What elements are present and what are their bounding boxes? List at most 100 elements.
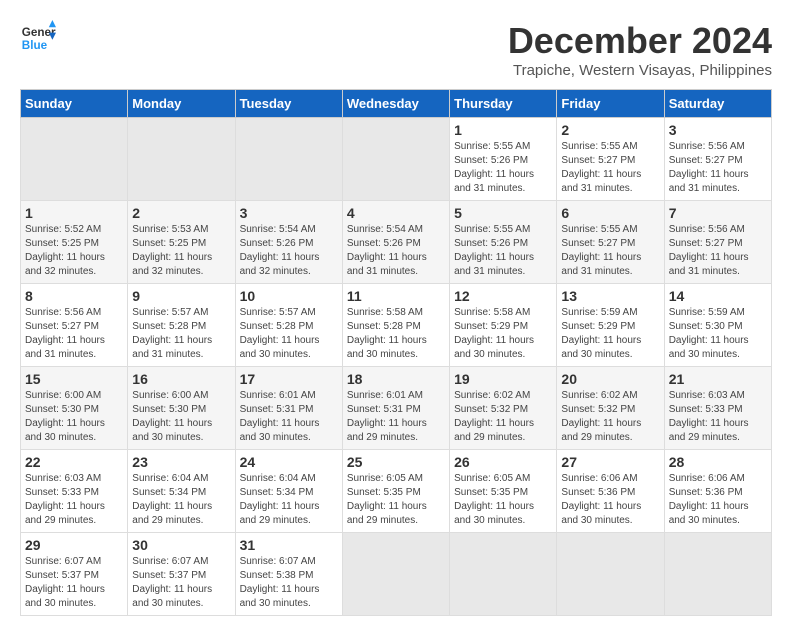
day-number: 9 (132, 288, 230, 304)
day-info: Sunrise: 5:57 AM Sunset: 5:28 PM Dayligh… (132, 306, 230, 362)
day-info: Sunrise: 6:01 AM Sunset: 5:31 PM Dayligh… (347, 389, 445, 445)
calendar-cell: 24 Sunrise: 6:04 AM Sunset: 5:34 PM Dayli… (235, 450, 342, 533)
calendar-cell: 20 Sunrise: 6:02 AM Sunset: 5:32 PM Dayli… (557, 367, 664, 450)
day-info: Sunrise: 6:04 AM Sunset: 5:34 PM Dayligh… (240, 472, 338, 528)
day-number: 15 (25, 371, 123, 387)
day-number: 28 (669, 454, 767, 470)
day-info: Sunrise: 6:03 AM Sunset: 5:33 PM Dayligh… (669, 389, 767, 445)
calendar-cell: 18 Sunrise: 6:01 AM Sunset: 5:31 PM Dayli… (342, 367, 449, 450)
day-info: Sunrise: 5:54 AM Sunset: 5:26 PM Dayligh… (347, 223, 445, 279)
day-info: Sunrise: 5:56 AM Sunset: 5:27 PM Dayligh… (25, 306, 123, 362)
week-row-4: 15 Sunrise: 6:00 AM Sunset: 5:30 PM Dayli… (21, 367, 772, 450)
page-header: General Blue December 2024 Trapiche, Wes… (20, 20, 772, 79)
calendar-cell: 17Sunrise: 6:01 AM Sunset: 5:31 PM Dayli… (235, 367, 342, 450)
day-info: Sunrise: 6:04 AM Sunset: 5:34 PM Dayligh… (132, 472, 230, 528)
day-number: 3 (669, 122, 767, 138)
day-info: Sunrise: 5:55 AM Sunset: 5:27 PM Dayligh… (561, 140, 659, 196)
day-number: 2 (561, 122, 659, 138)
logo: General Blue (20, 20, 56, 56)
day-info: Sunrise: 5:58 AM Sunset: 5:29 PM Dayligh… (454, 306, 552, 362)
day-info: Sunrise: 5:53 AM Sunset: 5:25 PM Dayligh… (132, 223, 230, 279)
week-row-2: 1Sunrise: 5:52 AM Sunset: 5:25 PM Daylig… (21, 201, 772, 284)
calendar-cell: 28 Sunrise: 6:06 AM Sunset: 5:36 PM Dayli… (664, 450, 771, 533)
day-info: Sunrise: 6:02 AM Sunset: 5:32 PM Dayligh… (561, 389, 659, 445)
calendar-cell: 1 Sunrise: 5:55 AM Sunset: 5:26 PM Daylig… (450, 118, 557, 201)
calendar-cell: 23 Sunrise: 6:04 AM Sunset: 5:34 PM Dayli… (128, 450, 235, 533)
day-number: 11 (347, 288, 445, 304)
calendar-cell: 10 Sunrise: 5:57 AM Sunset: 5:28 PM Dayli… (235, 284, 342, 367)
calendar-cell (342, 533, 449, 616)
calendar-cell: 26Sunrise: 6:05 AM Sunset: 5:35 PM Dayli… (450, 450, 557, 533)
weekday-header-thursday: Thursday (450, 90, 557, 118)
day-info: Sunrise: 5:59 AM Sunset: 5:29 PM Dayligh… (561, 306, 659, 362)
day-number: 29 (25, 537, 123, 553)
day-number: 12 (454, 288, 552, 304)
calendar-cell: 29 Sunrise: 6:07 AM Sunset: 5:37 PM Dayli… (21, 533, 128, 616)
weekday-header-row: SundayMondayTuesdayWednesdayThursdayFrid… (21, 90, 772, 118)
day-info: Sunrise: 5:56 AM Sunset: 5:27 PM Dayligh… (669, 140, 767, 196)
day-number: 24 (240, 454, 338, 470)
day-number: 8 (25, 288, 123, 304)
calendar-cell (21, 118, 128, 201)
svg-text:Blue: Blue (22, 39, 48, 52)
day-number: 1 (25, 205, 123, 221)
day-info: Sunrise: 6:05 AM Sunset: 5:35 PM Dayligh… (454, 472, 552, 528)
day-number: 10 (240, 288, 338, 304)
day-number: 18 (347, 371, 445, 387)
weekday-header-wednesday: Wednesday (342, 90, 449, 118)
calendar-cell: 5 Sunrise: 5:55 AM Sunset: 5:26 PM Daylig… (450, 201, 557, 284)
day-number: 31 (240, 537, 338, 553)
day-number: 6 (561, 205, 659, 221)
day-number: 23 (132, 454, 230, 470)
day-info: Sunrise: 6:07 AM Sunset: 5:37 PM Dayligh… (25, 555, 123, 611)
calendar-cell: 3 Sunrise: 5:56 AM Sunset: 5:27 PM Daylig… (664, 118, 771, 201)
calendar-cell: 31Sunrise: 6:07 AM Sunset: 5:38 PM Dayli… (235, 533, 342, 616)
calendar-cell: 1Sunrise: 5:52 AM Sunset: 5:25 PM Daylig… (21, 201, 128, 284)
calendar-cell: 13 Sunrise: 5:59 AM Sunset: 5:29 PM Dayli… (557, 284, 664, 367)
calendar-cell (235, 118, 342, 201)
week-row-3: 8 Sunrise: 5:56 AM Sunset: 5:27 PM Daylig… (21, 284, 772, 367)
calendar-cell: 3Sunrise: 5:54 AM Sunset: 5:26 PM Daylig… (235, 201, 342, 284)
day-info: Sunrise: 5:59 AM Sunset: 5:30 PM Dayligh… (669, 306, 767, 362)
day-info: Sunrise: 6:02 AM Sunset: 5:32 PM Dayligh… (454, 389, 552, 445)
weekday-header-sunday: Sunday (21, 90, 128, 118)
calendar-cell: 4Sunrise: 5:54 AM Sunset: 5:26 PM Daylig… (342, 201, 449, 284)
day-info: Sunrise: 6:06 AM Sunset: 5:36 PM Dayligh… (561, 472, 659, 528)
day-info: Sunrise: 5:55 AM Sunset: 5:26 PM Dayligh… (454, 223, 552, 279)
calendar-table: SundayMondayTuesdayWednesdayThursdayFrid… (20, 89, 772, 616)
day-info: Sunrise: 6:06 AM Sunset: 5:36 PM Dayligh… (669, 472, 767, 528)
day-number: 30 (132, 537, 230, 553)
calendar-cell: 9 Sunrise: 5:57 AM Sunset: 5:28 PM Daylig… (128, 284, 235, 367)
calendar-cell: 15 Sunrise: 6:00 AM Sunset: 5:30 PM Dayli… (21, 367, 128, 450)
day-info: Sunrise: 6:00 AM Sunset: 5:30 PM Dayligh… (25, 389, 123, 445)
day-number: 20 (561, 371, 659, 387)
day-number: 17 (240, 371, 338, 387)
calendar-cell (557, 533, 664, 616)
calendar-cell: 19 Sunrise: 6:02 AM Sunset: 5:32 PM Dayli… (450, 367, 557, 450)
day-info: Sunrise: 5:58 AM Sunset: 5:28 PM Dayligh… (347, 306, 445, 362)
weekday-header-monday: Monday (128, 90, 235, 118)
day-number: 1 (454, 122, 552, 138)
weekday-header-tuesday: Tuesday (235, 90, 342, 118)
calendar-cell: 30Sunrise: 6:07 AM Sunset: 5:37 PM Dayli… (128, 533, 235, 616)
calendar-cell: 12 Sunrise: 5:58 AM Sunset: 5:29 PM Dayli… (450, 284, 557, 367)
weekday-header-friday: Friday (557, 90, 664, 118)
title-area: December 2024 Trapiche, Western Visayas,… (508, 20, 772, 79)
day-number: 5 (454, 205, 552, 221)
calendar-cell: 27Sunrise: 6:06 AM Sunset: 5:36 PM Dayli… (557, 450, 664, 533)
day-info: Sunrise: 5:56 AM Sunset: 5:27 PM Dayligh… (669, 223, 767, 279)
day-info: Sunrise: 5:55 AM Sunset: 5:26 PM Dayligh… (454, 140, 552, 196)
calendar-cell (664, 533, 771, 616)
day-number: 13 (561, 288, 659, 304)
day-number: 19 (454, 371, 552, 387)
calendar-cell: 2Sunrise: 5:53 AM Sunset: 5:25 PM Daylig… (128, 201, 235, 284)
day-number: 16 (132, 371, 230, 387)
day-info: Sunrise: 5:55 AM Sunset: 5:27 PM Dayligh… (561, 223, 659, 279)
calendar-cell (128, 118, 235, 201)
day-info: Sunrise: 6:00 AM Sunset: 5:30 PM Dayligh… (132, 389, 230, 445)
week-row-5: 22Sunrise: 6:03 AM Sunset: 5:33 PM Dayli… (21, 450, 772, 533)
calendar-cell (450, 533, 557, 616)
calendar-cell: 21Sunrise: 6:03 AM Sunset: 5:33 PM Dayli… (664, 367, 771, 450)
day-info: Sunrise: 5:57 AM Sunset: 5:28 PM Dayligh… (240, 306, 338, 362)
calendar-cell: 2 Sunrise: 5:55 AM Sunset: 5:27 PM Daylig… (557, 118, 664, 201)
